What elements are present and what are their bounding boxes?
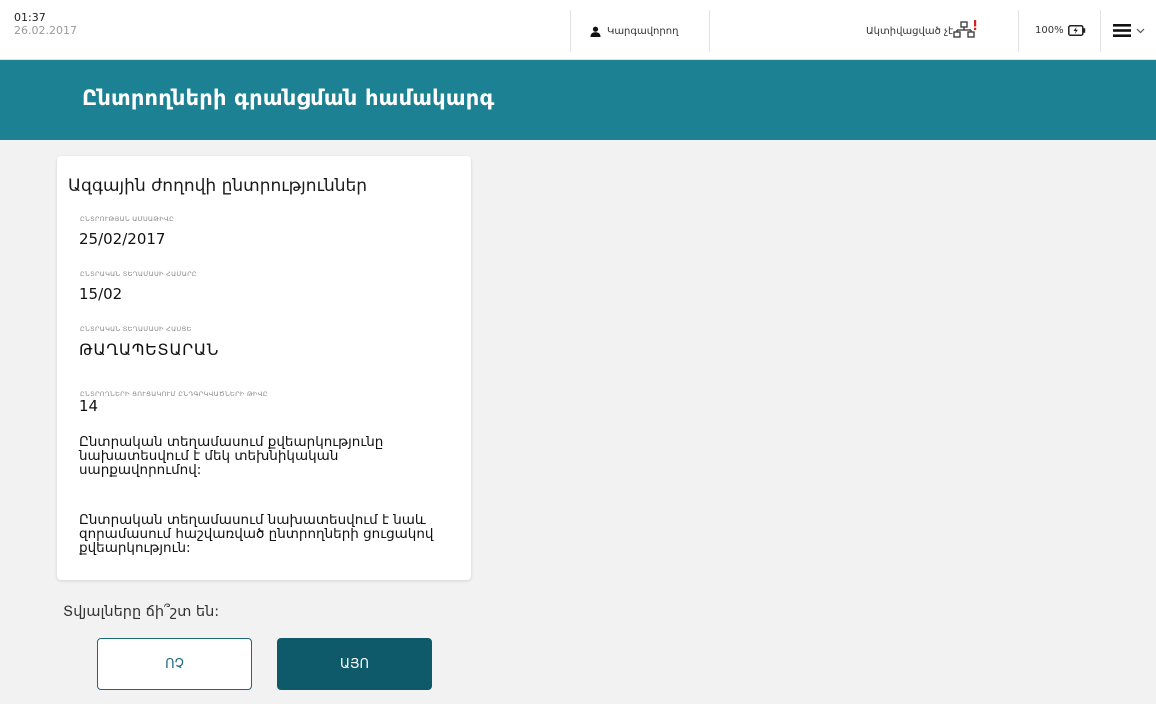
election-info-card: Ազգային ժողովի ընտրություններ ԸՆՏՐՈՒԹՅԱՆ… [57,156,471,580]
divider [1100,10,1101,52]
voting-note: Ընտրական տեղամասում քվեարկությունը նախատ… [79,434,384,478]
operator-button[interactable]: Կարգավորող [590,26,678,37]
election-title: Ազգային ժողովի ընտրություններ [68,176,368,196]
menu-icon [1113,24,1131,37]
divider [570,10,571,52]
no-button[interactable]: ՈՉ [97,638,252,690]
divider [1018,10,1019,52]
voters-count-value: 14 [79,397,99,415]
battery-status: 100% [1035,25,1086,36]
chevron-down-icon [1136,28,1145,33]
app-screen: 01:37 26.02.2017 Կարգավորող Ակտիվացված չ… [0,0,1156,704]
menu-button[interactable] [1113,24,1145,37]
status-date: 26.02.2017 [14,24,77,37]
military-note: Ընտրական տեղամասում նախատեսվում է նաև զո… [79,512,434,556]
precinct-address-label: ԸՆՏՐԱԿԱՆ ՏԵՂԱՄԱՍԻ ՀԱՍՑԵ [80,325,192,333]
precinct-number-label: ԸՆՏՐԱԿԱՆ ՏԵՂԱՄԱՍԻ ՀԱՄԱՐԸ [80,270,197,278]
network-icon[interactable] [953,20,979,40]
voters-count-label: ԸՆՏՐՈՂՆԵՐԻ ՑՈՒՑԱԿՈՒՄ ԸՆԴԳՐԿՎԱԾՆԵՐԻ ԹԻՎԸ [80,390,268,398]
election-date-label: ԸՆՏՐՈՒԹՅԱՆ ԱՄՍԱԹԻՎԸ [80,215,175,223]
operator-label: Կարգավորող [607,26,679,37]
battery-percent: 100% [1035,25,1064,36]
precinct-number-value: 15/02 [79,285,123,303]
app-title: Ընտրողների գրանցման համակարգ [82,86,495,110]
status-bar: 01:37 26.02.2017 Կարգավորող Ակտիվացված չ… [0,0,1156,60]
precinct-address-value: ԹԱՂԱՊԵՏԱՐԱՆ [79,340,219,359]
status-time: 01:37 [14,11,46,24]
confirmation-question: Տվյալները ճի՞շտ են: [63,604,220,620]
person-icon [590,26,601,37]
clock: 01:37 26.02.2017 [14,11,77,37]
election-date-value: 25/02/2017 [79,230,166,248]
connection-status: Ակտիվացված չէ [866,26,954,37]
yes-button[interactable]: ԱՅՈ [277,638,432,690]
battery-icon [1067,25,1085,36]
header-banner: Ընտրողների գրանցման համակարգ [0,60,1156,140]
divider [709,10,710,52]
